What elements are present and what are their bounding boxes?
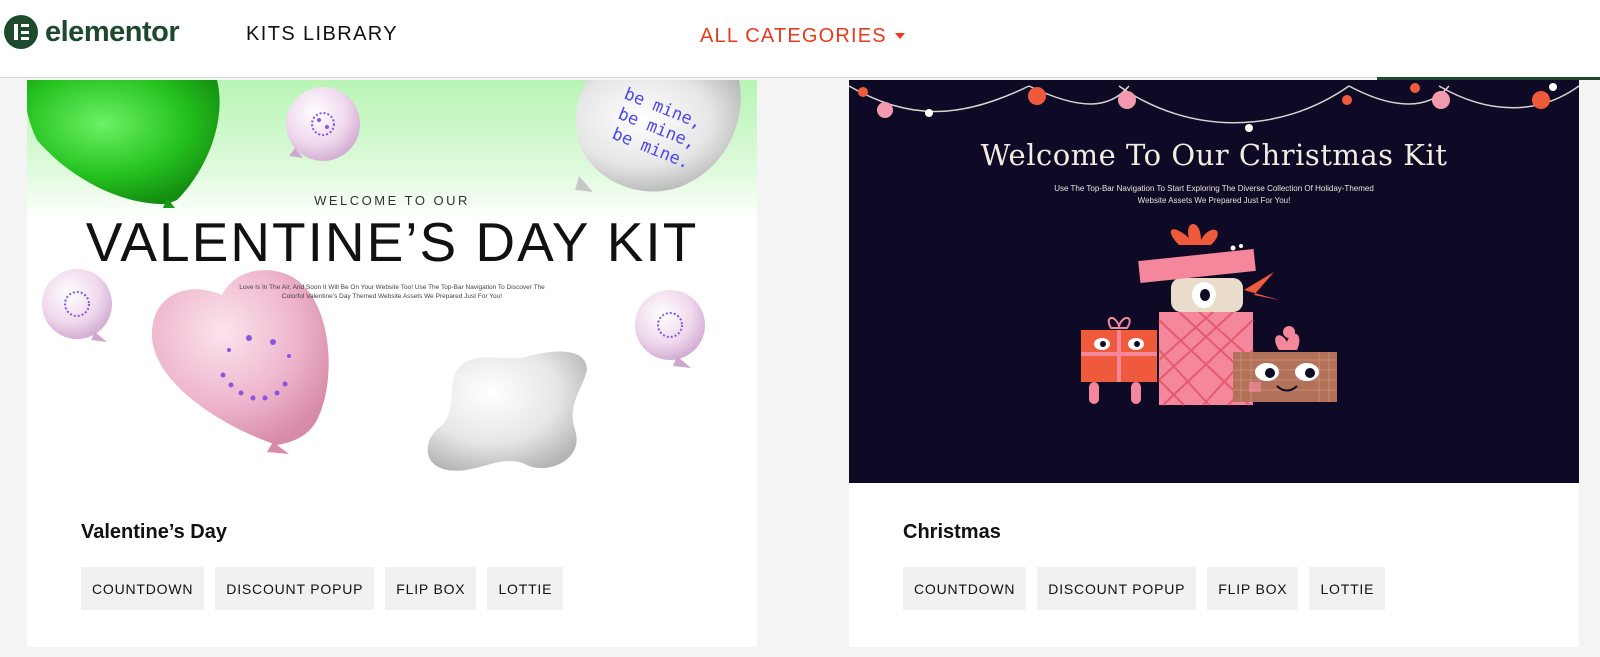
caret-down-icon: [894, 33, 905, 39]
kit-card-christmas[interactable]: Welcome To Our Christmas Kit Use The Top…: [849, 80, 1579, 647]
kit-card-body: Valentine’s Day COUNTDOWN DISCOUNT POPUP…: [27, 483, 757, 647]
site-header: elementor KITS LIBRARY ALL CATEGORIES: [0, 0, 1600, 78]
christmas-headline: Welcome To Our Christmas Kit: [980, 138, 1448, 172]
valentine-subtitle: WELCOME TO OUR: [314, 193, 470, 208]
tag-lottie[interactable]: LOTTIE: [1309, 567, 1386, 610]
nav-kits-library[interactable]: KITS LIBRARY: [246, 22, 398, 46]
valentine-balloons-illustration: be mine, be mine, be mine.: [27, 80, 741, 471]
tag-countdown[interactable]: COUNTDOWN: [81, 567, 205, 610]
tag-lottie[interactable]: LOTTIE: [487, 567, 564, 610]
kit-card-body: Christmas COUNTDOWN DISCOUNT POPUP FLIP …: [849, 483, 1579, 647]
all-categories-label: ALL CATEGORIES: [700, 25, 887, 47]
valentine-description: Love Is In The Air, And Soon It Will Be …: [239, 284, 545, 300]
kit-thumbnail-christmas[interactable]: Welcome To Our Christmas Kit Use The Top…: [849, 80, 1579, 483]
tag-discount-popup[interactable]: DISCOUNT POPUP: [215, 567, 375, 610]
christmas-description: Use The Top-Bar Navigation To Start Expl…: [1054, 184, 1374, 205]
kit-card-valentines[interactable]: be mine, be mine, be mine. WELCOME TO OU…: [27, 80, 757, 647]
elementor-logo[interactable]: elementor: [4, 15, 180, 49]
tag-countdown[interactable]: COUNTDOWN: [903, 567, 1027, 610]
tag-flip-box[interactable]: FLIP BOX: [385, 567, 477, 610]
kit-tag-list: COUNTDOWN DISCOUNT POPUP FLIP BOX LOTTIE: [81, 567, 574, 610]
kit-tag-list: COUNTDOWN DISCOUNT POPUP FLIP BOX LOTTIE: [903, 567, 1396, 610]
valentine-headline: VALENTINE’S DAY KIT: [85, 211, 699, 273]
tag-discount-popup[interactable]: DISCOUNT POPUP: [1037, 567, 1197, 610]
tag-flip-box[interactable]: FLIP BOX: [1207, 567, 1299, 610]
all-categories-dropdown[interactable]: ALL CATEGORIES: [700, 24, 905, 48]
kit-card-title[interactable]: Christmas: [903, 520, 1001, 544]
kit-card-title[interactable]: Valentine’s Day: [81, 520, 227, 544]
kit-thumbnail-valentines[interactable]: be mine, be mine, be mine. WELCOME TO OU…: [27, 80, 757, 483]
elementor-logo-icon: [4, 15, 38, 49]
logo-text: elementor: [45, 16, 180, 48]
